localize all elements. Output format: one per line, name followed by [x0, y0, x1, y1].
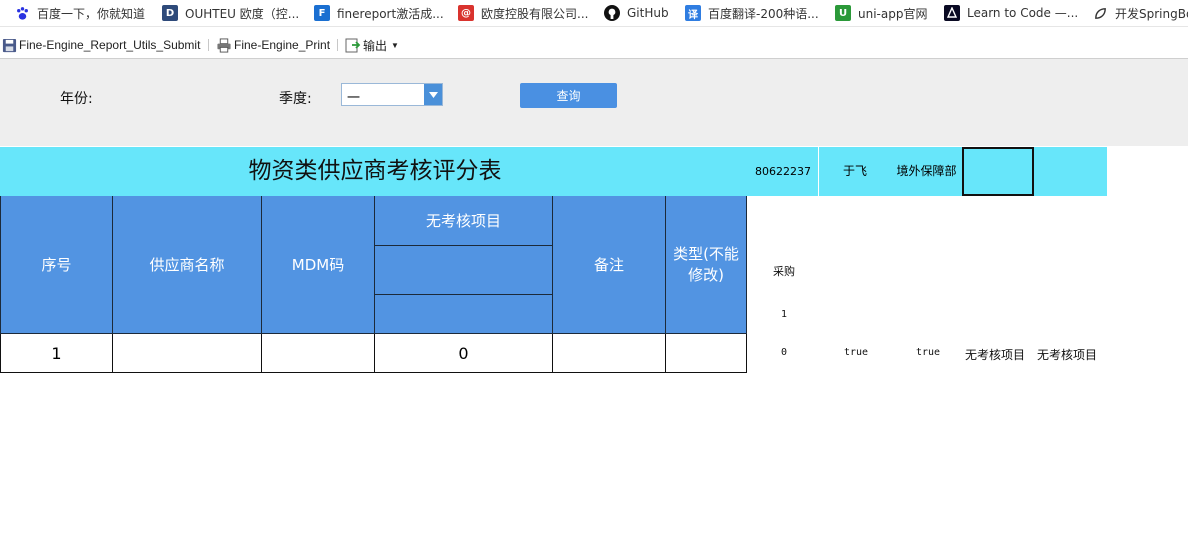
year-label: 年份:: [60, 91, 93, 107]
header-type-line2: 修改): [688, 265, 724, 284]
side-no-assessment-1: 无考核项目: [964, 348, 1025, 362]
bookmark-freecodecamp[interactable]: Learn to Code —...: [944, 3, 1078, 23]
header-remark: 备注: [553, 196, 666, 334]
bookmark-baidu[interactable]: 百度一下，你就知道: [14, 3, 145, 23]
cell-mdm-code[interactable]: [262, 334, 375, 373]
bookmark-label: Learn to Code —...: [967, 6, 1079, 20]
bookmarks-bar: 百度一下，你就知道 D OUHTEU 欧度（控... F finereport激…: [0, 0, 1188, 27]
bookmark-springboot[interactable]: 开发SpringBo: [1092, 3, 1188, 23]
side-value-zero: 0: [780, 347, 788, 358]
bookmark-label: 欧度控股有限公司...: [481, 6, 589, 21]
report-department: 境外保障部: [896, 164, 957, 178]
mail-at-icon: @: [458, 5, 474, 21]
printer-icon: [216, 37, 232, 53]
bookmark-github[interactable]: GitHub: [604, 3, 669, 23]
cell-remark[interactable]: [553, 334, 666, 373]
report-title-band: 物资类供应商考核评分表 80622237 于飞 境外保障部: [0, 147, 1107, 196]
side-value-one: 1: [780, 309, 788, 320]
finereport-logo-icon: F: [314, 5, 330, 21]
export-icon: [345, 37, 361, 53]
print-label: Fine-Engine_Print: [234, 38, 331, 52]
header-type: 类型(不能 修改): [666, 196, 747, 334]
bookmark-label: 百度一下，你就知道: [37, 6, 146, 21]
header-mdm-code: MDM码: [262, 196, 375, 334]
toolbar-divider: [208, 39, 209, 51]
submit-label: Fine-Engine_Report_Utils_Submit: [19, 38, 201, 52]
header-supplier-name: 供应商名称: [113, 196, 262, 334]
report-code: 80622237: [755, 165, 811, 178]
bookmark-label: 百度翻译-200种语...: [708, 6, 819, 21]
cell-supplier-name[interactable]: [113, 334, 262, 373]
spring-leaf-icon: [1092, 5, 1108, 21]
baidu-translate-icon: 译: [685, 5, 701, 21]
github-icon: [604, 5, 620, 21]
export-label: 输出: [363, 38, 388, 53]
submit-button[interactable]: Fine-Engine_Report_Utils_Submit: [2, 36, 200, 54]
dropdown-arrow-icon[interactable]: [424, 84, 442, 105]
bookmark-label: uni-app官网: [858, 6, 928, 21]
side-true-1: true: [843, 347, 869, 358]
bookmark-ouhteu[interactable]: D OUHTEU 欧度（控...: [162, 3, 299, 23]
cell-index[interactable]: 1: [0, 334, 113, 373]
side-no-assessment-2: 无考核项目: [1036, 348, 1097, 362]
uniapp-logo-icon: U: [835, 5, 851, 21]
bookmark-finereport[interactable]: F finereport激活成...: [314, 3, 444, 23]
bookmark-label: GitHub: [627, 6, 669, 20]
bookmark-label: finereport激活成...: [337, 6, 444, 21]
bookmark-baidu-translate[interactable]: 译 百度翻译-200种语...: [685, 3, 819, 23]
report-toolbar: Fine-Engine_Report_Utils_Submit Fine-Eng…: [0, 31, 1188, 59]
purchase-label: 采购: [773, 265, 795, 278]
bookmark-uniapp[interactable]: U uni-app官网: [835, 3, 927, 23]
print-button[interactable]: Fine-Engine_Print: [216, 36, 330, 54]
cell-no-assessment-score[interactable]: 0: [375, 334, 553, 373]
baidu-paw-icon: [14, 5, 30, 21]
report-person: 于飞: [842, 164, 867, 178]
bookmark-ouhteu-mail[interactable]: @ 欧度控股有限公司...: [458, 3, 588, 23]
cell-type[interactable]: [666, 334, 747, 373]
save-icon: [2, 38, 17, 53]
header-type-line1: 类型(不能: [673, 244, 739, 263]
quarter-label: 季度:: [279, 91, 312, 107]
side-true-2: true: [915, 347, 941, 358]
caret-down-icon: ▼: [391, 40, 399, 50]
header-index: 序号: [0, 196, 113, 334]
report-title: 物资类供应商考核评分表: [248, 158, 502, 184]
freecodecamp-icon: [944, 5, 960, 21]
export-button[interactable]: 输出 ▼: [345, 36, 399, 54]
bookmark-label: 开发SpringBo: [1115, 6, 1188, 21]
header-no-assessment: 无考核项目: [375, 196, 553, 246]
selected-cell[interactable]: [962, 147, 1034, 196]
toolbar-divider: [337, 39, 338, 51]
header-subitem-1: [375, 246, 553, 295]
bookmark-label: OUHTEU 欧度（控...: [185, 6, 300, 21]
query-button[interactable]: 查询: [520, 83, 617, 108]
parameter-pane: 年份: 季度: 一 查询: [0, 59, 1188, 146]
quarter-select-value: 一: [347, 91, 361, 106]
header-subitem-2: [375, 295, 553, 334]
quarter-select[interactable]: 一: [341, 83, 443, 106]
ouhteu-logo-icon: D: [162, 5, 178, 21]
